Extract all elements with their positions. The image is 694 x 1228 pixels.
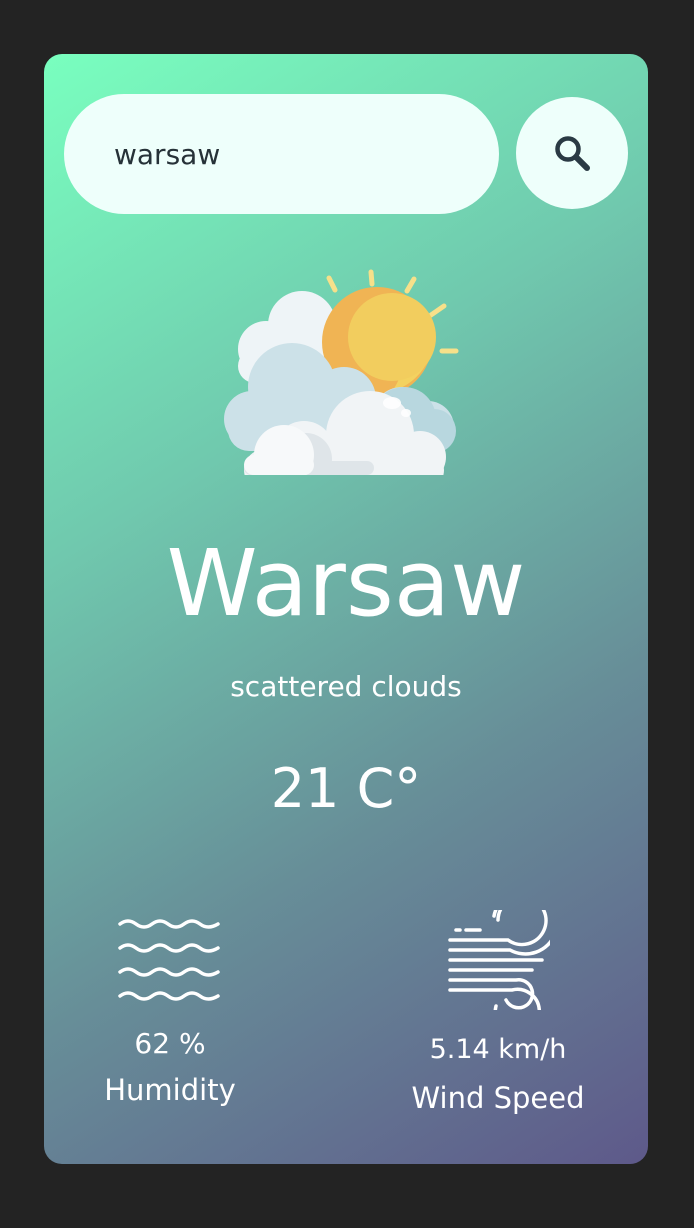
wind-block: 5.14 km/h Wind Speed <box>384 910 612 1118</box>
humidity-waves-icon <box>118 919 220 1001</box>
humidity-value: 62 % <box>134 1027 206 1060</box>
wind-icon <box>448 910 550 1010</box>
weather-description: scattered clouds <box>230 670 462 703</box>
city-name: Warsaw <box>166 530 526 637</box>
humidity-label: Humidity <box>104 1073 236 1107</box>
temperature: 21 C° <box>270 757 422 820</box>
search-input[interactable] <box>64 94 499 214</box>
wind-speed-value: 5.14 km/h <box>429 1034 567 1065</box>
weather-card: Warsaw scattered clouds 21 C° 62 % Humid… <box>44 54 648 1164</box>
humidity-block: 62 % Humidity <box>72 910 268 1110</box>
cloud-sun-icon <box>224 269 459 475</box>
search-icon <box>555 136 590 171</box>
search-button[interactable] <box>516 97 628 209</box>
search-bar <box>64 94 628 214</box>
wind-speed-label: Wind Speed <box>411 1081 585 1115</box>
